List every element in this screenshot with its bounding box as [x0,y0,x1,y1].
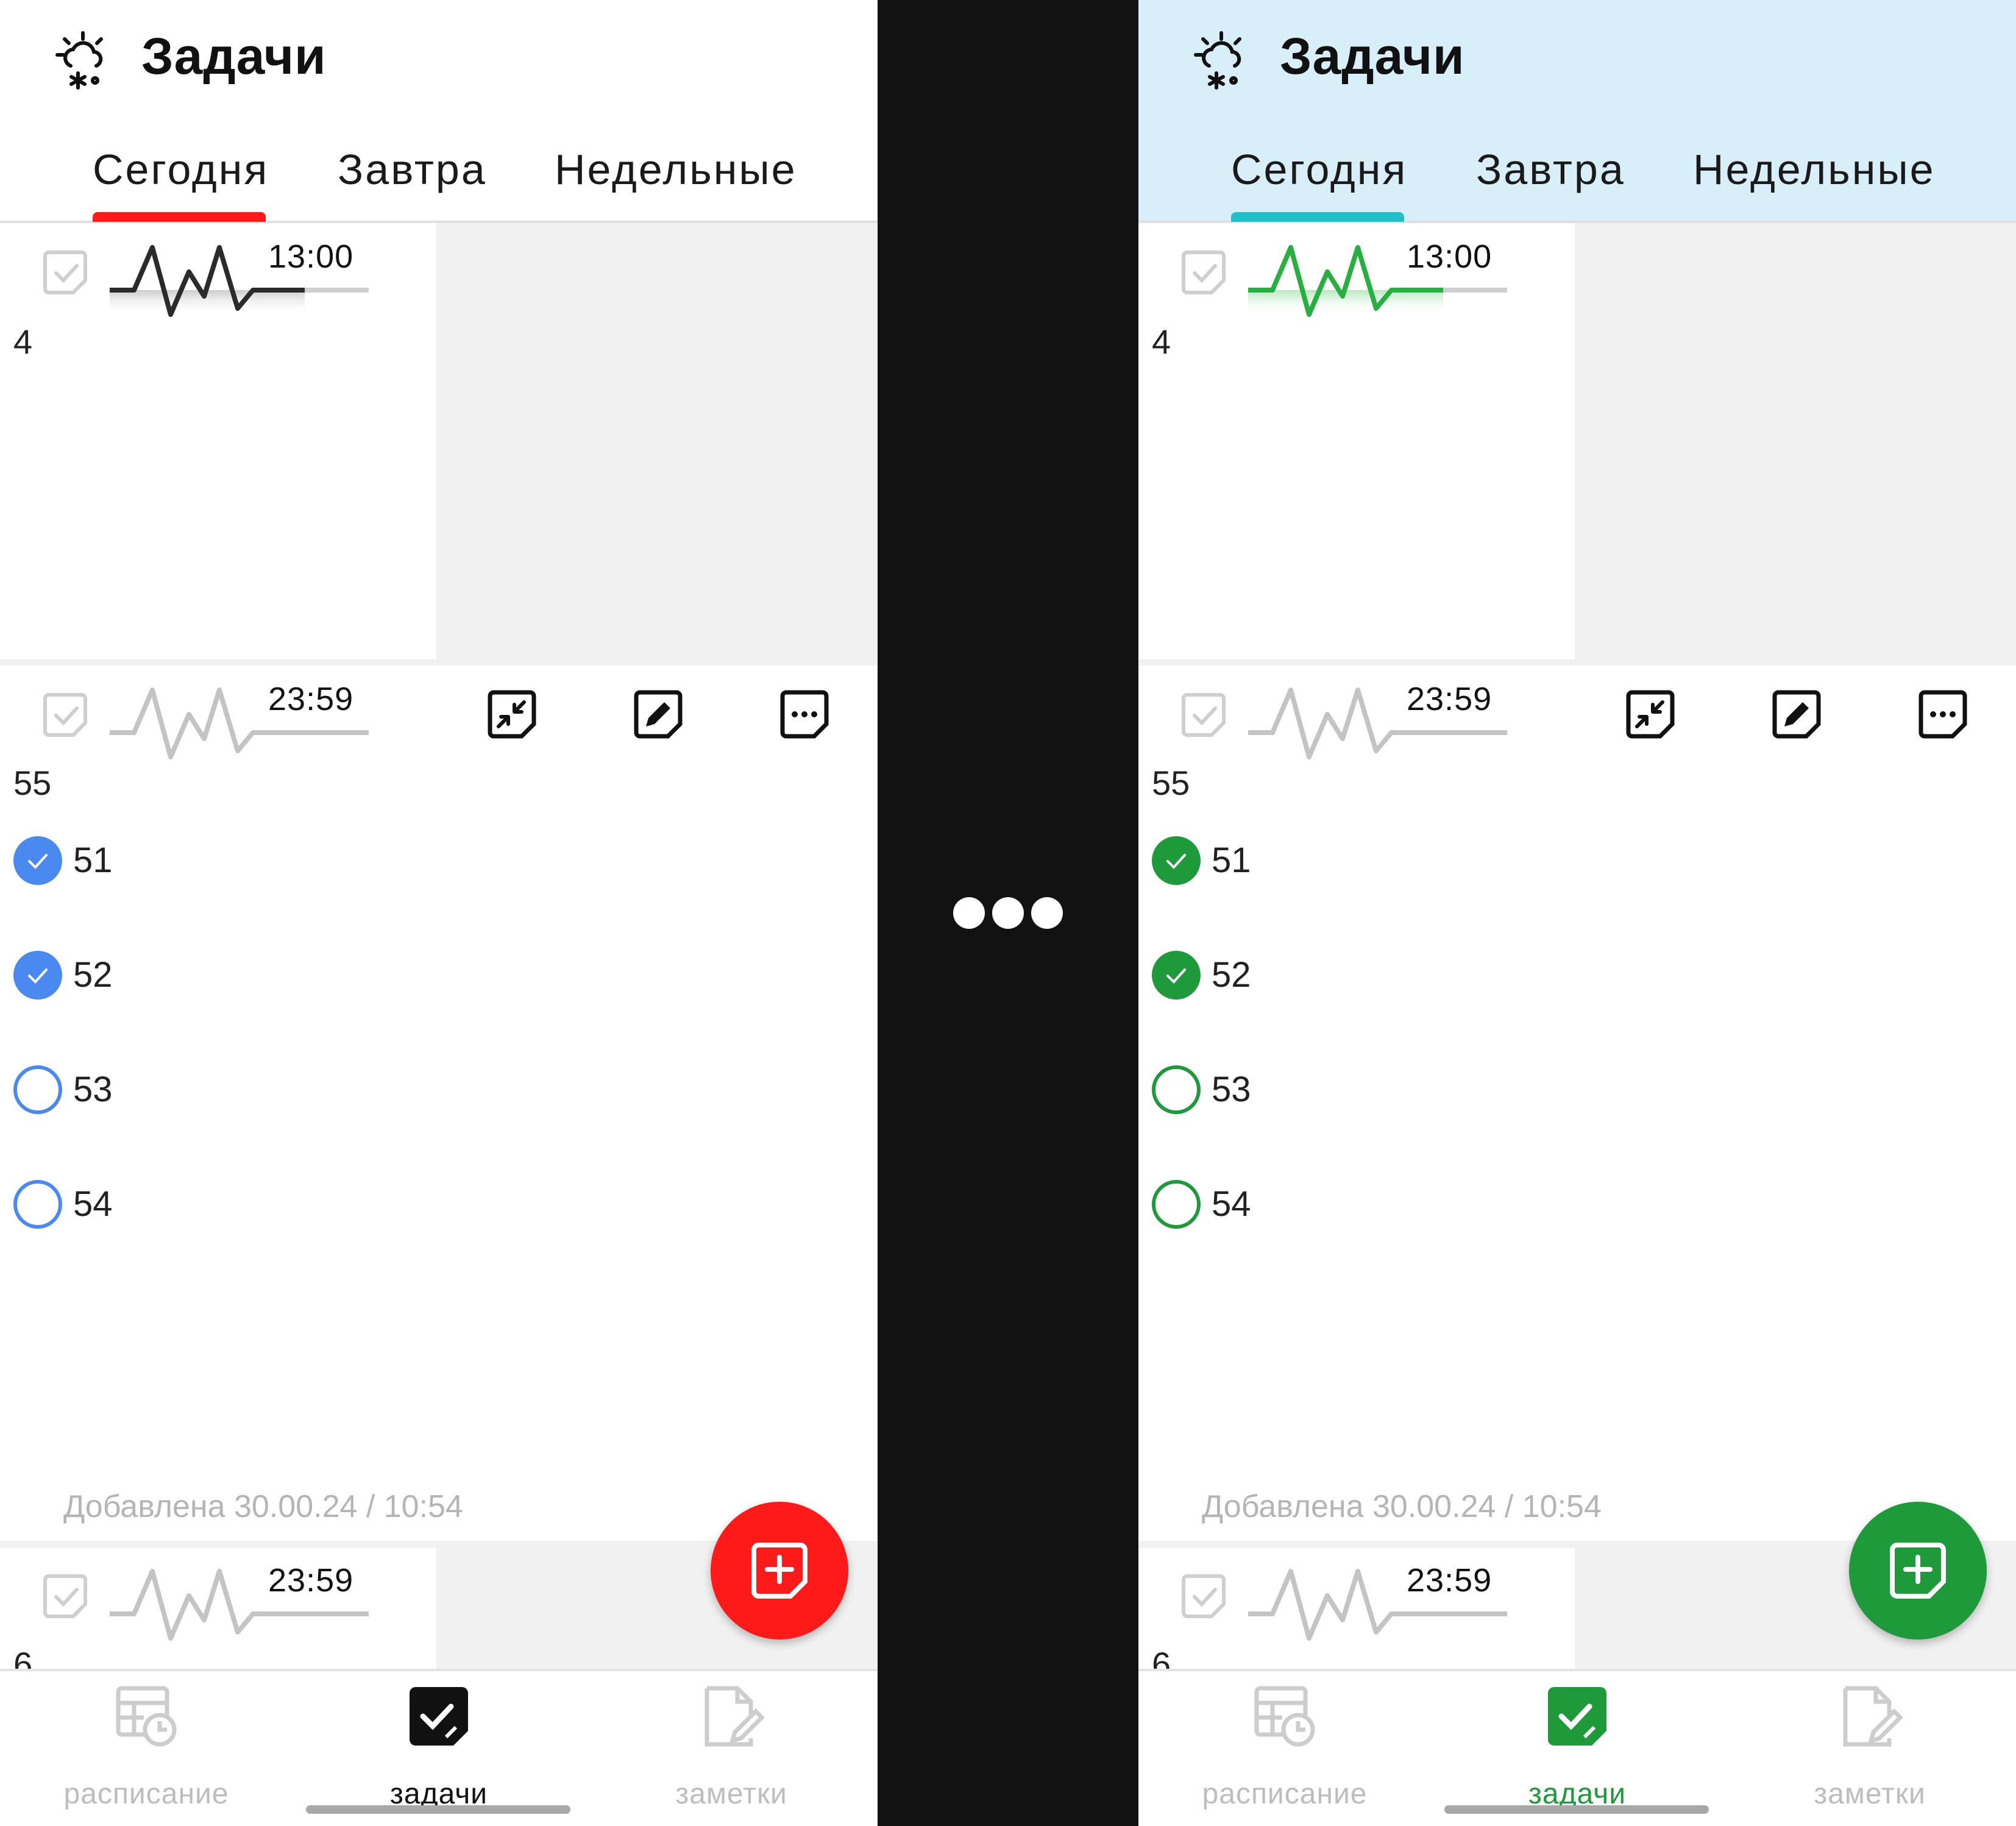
nav-notes[interactable]: заметки [616,1677,847,1810]
schedule-icon [116,1686,177,1747]
bottom-navigation: расписание задачи заметки [1138,1669,2016,1826]
app-header: Задачи Сегодня Завтра Недельные [0,0,878,223]
task-check-icon[interactable] [40,247,90,297]
nav-schedule[interactable]: расписание [30,1677,262,1810]
subtask-label: 51 [73,840,113,880]
nav-tasks[interactable]: задачи [1461,1677,1693,1810]
task-title: 55 [13,764,52,802]
more-dots-icon [953,897,1063,929]
task-time: 23:59 [1407,681,1492,717]
nav-notes[interactable]: заметки [1754,1677,1986,1810]
unchecked-circle-icon[interactable] [1152,1180,1201,1229]
task-title: 4 [13,322,33,361]
subtask-label: 53 [73,1070,113,1109]
add-note-icon [751,1543,807,1599]
tab-tomorrow[interactable]: Завтра [1476,145,1625,194]
checked-circle-icon[interactable] [1152,951,1201,1000]
task-card-expanded[interactable]: 23:59 55 51 52 53 54 [0,666,878,1541]
checked-circle-icon[interactable] [1152,836,1201,885]
tasks-icon [410,1687,468,1746]
tab-today[interactable]: Сегодня [93,145,269,194]
task-card[interactable]: 23:59 6 [0,1548,436,1669]
subtask-label: 52 [73,955,113,995]
unchecked-circle-icon[interactable] [1152,1065,1201,1114]
bottom-navigation: расписание задачи заметки [0,1669,878,1826]
active-tab-indicator [93,212,266,222]
task-title: 4 [1152,322,1171,361]
screen-right: Задачи Сегодня Завтра Недельные 13:00 4 [1138,0,2016,1826]
task-card[interactable]: 23:59 6 [1138,1548,1575,1669]
weather-snow-icon [55,31,103,90]
task-check-icon[interactable] [1179,1571,1229,1621]
add-task-fab[interactable] [1849,1502,1987,1639]
tasks-icon [1548,1687,1606,1746]
nav-schedule[interactable]: расписание [1169,1677,1400,1810]
notes-icon [705,1686,764,1747]
task-check-icon[interactable] [40,1571,90,1621]
schedule-icon [1254,1686,1315,1747]
checked-circle-icon[interactable] [13,951,62,1000]
task-title: 55 [1152,764,1190,802]
subtask-label: 54 [1212,1184,1251,1224]
collapse-icon[interactable] [1625,689,1676,740]
page-title: Задачи [1280,27,1465,85]
nav-label: заметки [675,1778,787,1810]
tab-weekly[interactable]: Недельные [555,145,797,194]
added-date: Добавлена 30.00.24 / 10:54 [1202,1489,1602,1524]
subtask-label: 51 [1212,840,1251,880]
task-check-icon[interactable] [1179,690,1229,740]
more-icon[interactable] [779,689,830,740]
subtask-label: 52 [1212,955,1251,995]
edit-icon[interactable] [633,689,684,740]
subtask-label: 54 [73,1184,113,1224]
task-time: 13:00 [268,238,354,275]
notes-icon [1843,1686,1903,1747]
home-indicator [1444,1805,1709,1814]
task-time: 13:00 [1407,238,1492,275]
unchecked-circle-icon[interactable] [13,1065,62,1114]
home-indicator [306,1805,570,1814]
task-card-expanded[interactable]: 23:59 55 51 52 53 54 [1138,666,2016,1541]
task-card[interactable]: 13:00 4 [0,223,436,659]
screen-left: Задачи Сегодня Завтра Недельные 13:00 4 [0,0,878,1826]
task-time: 23:59 [268,681,354,717]
added-date: Добавлена 30.00.24 / 10:54 [63,1489,463,1524]
add-task-fab[interactable] [711,1502,848,1639]
task-card[interactable]: 13:00 4 [1138,223,1575,659]
task-time: 23:59 [1407,1562,1492,1599]
collapse-icon[interactable] [486,689,538,740]
checked-circle-icon[interactable] [13,836,62,885]
task-time: 23:59 [268,1562,354,1599]
active-tab-indicator [1231,212,1404,222]
weather-snow-icon [1194,31,1241,90]
nav-tasks[interactable]: задачи [323,1677,555,1810]
task-title: 6 [1152,1645,1171,1669]
nav-label: расписание [63,1778,229,1810]
app-header: Задачи Сегодня Завтра Недельные [1138,0,2016,223]
task-check-icon[interactable] [1179,247,1229,297]
tab-weekly[interactable]: Недельные [1693,145,1936,194]
edit-icon[interactable] [1771,689,1822,740]
nav-label: заметки [1814,1778,1926,1810]
tab-tomorrow[interactable]: Завтра [338,145,487,194]
tab-today[interactable]: Сегодня [1231,145,1407,194]
unchecked-circle-icon[interactable] [13,1180,62,1229]
task-check-icon[interactable] [40,690,90,740]
more-icon[interactable] [1917,689,1968,740]
nav-label: расписание [1202,1778,1368,1810]
subtask-label: 53 [1212,1070,1251,1109]
add-note-icon [1890,1543,1946,1599]
page-title: Задачи [141,27,327,85]
task-title: 6 [13,1645,33,1669]
